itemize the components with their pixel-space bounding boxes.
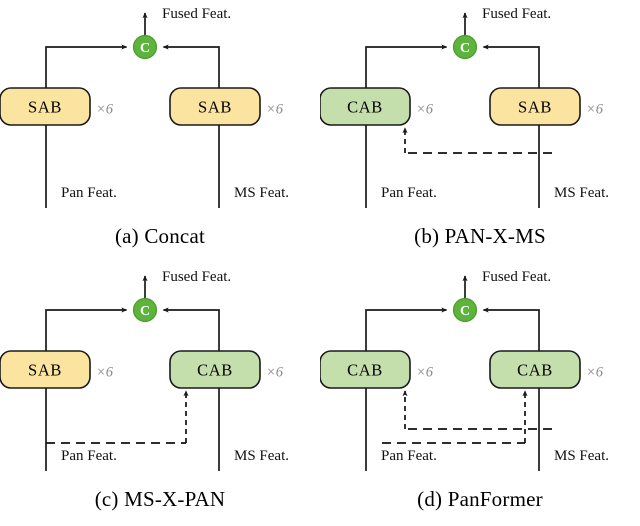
left-branch-to-concat [365,307,448,351]
ms-feature-label: MS Feat. [234,185,289,201]
right-branch-to-concat [162,44,220,88]
left-branch-to-concat [45,307,128,351]
fused-feature-label: Fused Feat. [482,269,551,285]
left-block-label: CAB [347,98,383,117]
pan-feature-label: Pan Feat. [61,185,117,201]
right-block-label: CAB [517,361,553,380]
right-block-label: SAB [518,98,552,117]
left-block-repeat: ×6 [416,365,434,381]
panel-caption-c: (c) MS-X-PAN [94,487,226,511]
fused-feature-label: Fused Feat. [162,6,231,22]
ms-feature-label: MS Feat. [234,448,289,464]
pan-feature-label: Pan Feat. [381,185,437,201]
panel-d: C CAB ×6 CAB ×6 Pan Feat. MS Feat. Fused Feat. (… [320,263,640,526]
concat-node-glyph: C [140,304,150,319]
panel-caption-a: (a) Concat [114,224,206,248]
pan-feature-label: Pan Feat. [61,448,117,464]
left-block-label: SAB [28,98,62,117]
right-block-repeat: ×6 [586,102,604,118]
fused-feature-label: Fused Feat. [482,6,551,22]
ms-feature-label: MS Feat. [554,185,609,201]
pan-feature-label: Pan Feat. [381,448,437,464]
right-branch-to-concat [482,44,540,88]
panel-c: C SAB ×6 CAB ×6 Pan Feat. MS Feat. Fused Feat. (… [0,263,320,526]
right-branch-to-concat [162,307,220,351]
concat-node-glyph: C [140,41,150,56]
concat-node-glyph: C [460,304,470,319]
left-branch-to-concat [365,44,448,88]
panel-caption-b: (b) PAN-X-MS [414,224,546,248]
left-branch-to-concat [45,44,128,88]
right-block-label: CAB [197,361,233,380]
concat-node-glyph: C [460,41,470,56]
right-branch-to-concat [482,307,540,351]
right-block-repeat: ×6 [266,102,284,118]
left-block-repeat: ×6 [416,102,434,118]
panformer-architecture-figure: C SAB ×6 SAB ×6 Pan Feat. MS Feat. Fused Feat. (… [0,0,640,526]
panel-a: C SAB ×6 SAB ×6 Pan Feat. MS Feat. Fused Feat. (… [0,0,320,263]
left-block-label: SAB [28,361,62,380]
panel-caption-d: (d) PanFormer [417,487,543,511]
left-block-repeat: ×6 [96,102,114,118]
left-block-repeat: ×6 [96,365,114,381]
right-block-repeat: ×6 [586,365,604,381]
ms-feature-label: MS Feat. [554,448,609,464]
panel-b: C CAB ×6 SAB ×6 Pan Feat. MS Feat. Fused Feat. (… [320,0,640,263]
left-block-label: CAB [347,361,383,380]
fused-feature-label: Fused Feat. [162,269,231,285]
right-block-label: SAB [198,98,232,117]
right-block-repeat: ×6 [266,365,284,381]
